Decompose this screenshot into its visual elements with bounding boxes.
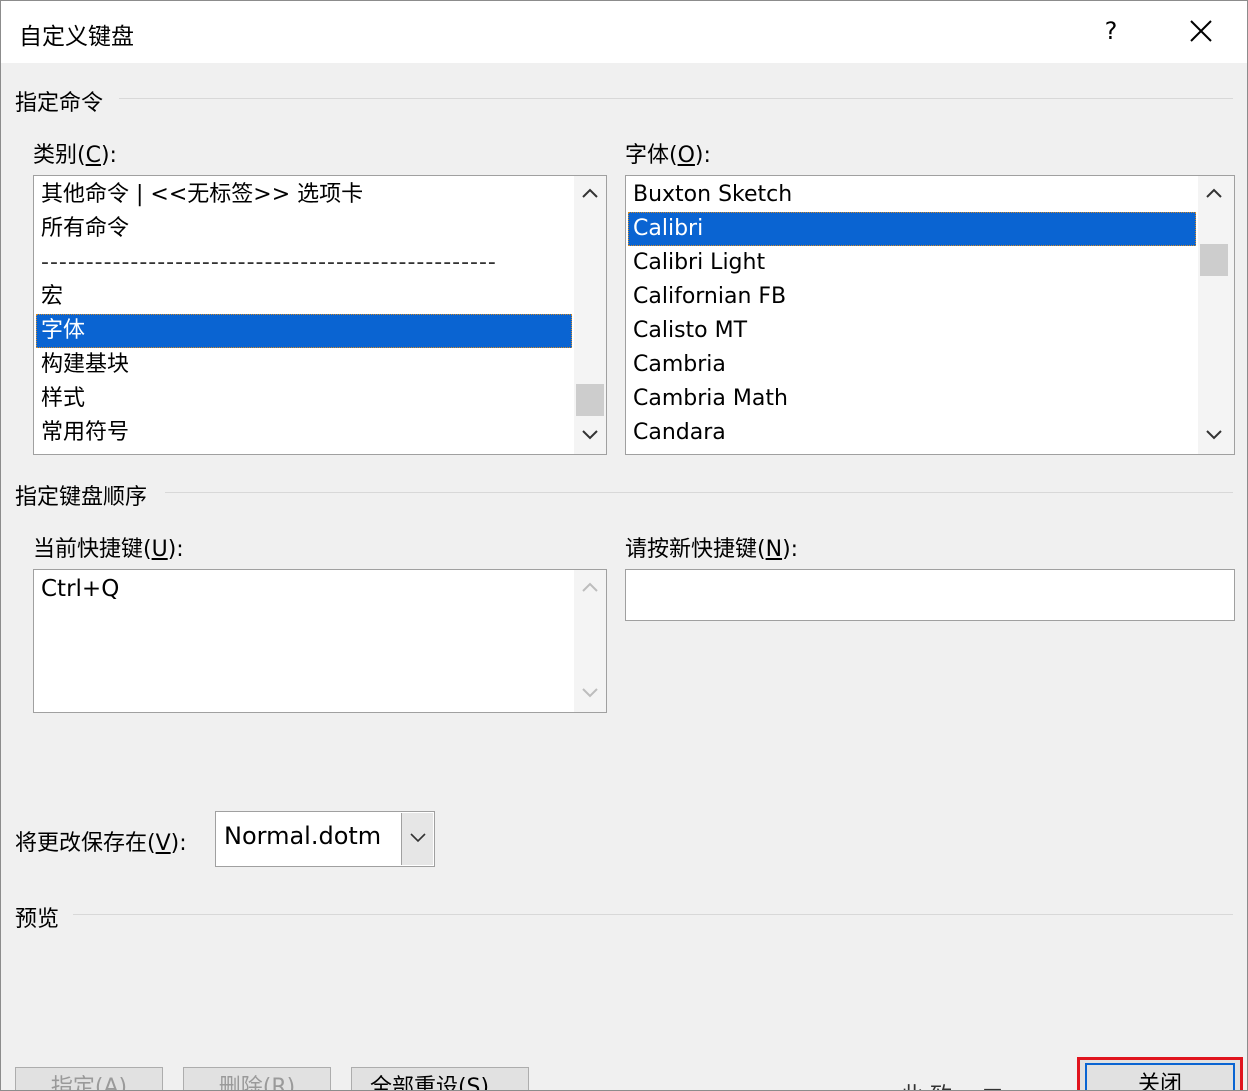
- partial-label: 此 致 ∩ □: [901, 1078, 1003, 1090]
- reset-all-button[interactable]: 全部重设(S)...: [351, 1067, 529, 1090]
- preview-group-label: 预览: [15, 907, 60, 932]
- fonts-label: 字体(O):: [625, 143, 711, 168]
- current-keys-scrollbar: [574, 570, 606, 712]
- category-item[interactable]: 所有命令: [36, 212, 572, 246]
- current-keys-label: 当前快捷键(U):: [33, 537, 184, 562]
- categories-scrollbar[interactable]: [574, 176, 606, 454]
- categories-list: 其他命令 | <<无标签>> 选项卡 所有命令 ----------------…: [36, 178, 572, 450]
- help-button[interactable]: ?: [1089, 11, 1133, 51]
- chevron-up-icon: [1206, 188, 1222, 198]
- close-window-button[interactable]: [1177, 11, 1225, 51]
- font-item-selected[interactable]: Calibri: [628, 212, 1196, 246]
- fonts-scrollbar[interactable]: [1198, 176, 1234, 454]
- close-dialog-button[interactable]: 关闭: [1077, 1057, 1243, 1090]
- group-divider: [165, 492, 1233, 493]
- group-divider: [73, 914, 1233, 915]
- chevron-up-icon: [582, 582, 598, 592]
- remove-button[interactable]: 删除(R): [183, 1067, 331, 1090]
- font-item[interactable]: Buxton Sketch: [628, 178, 1196, 212]
- current-key-item[interactable]: Ctrl+Q: [36, 572, 572, 606]
- scroll-thumb[interactable]: [576, 384, 604, 416]
- category-item[interactable]: 样式: [36, 382, 572, 416]
- category-item[interactable]: 常用符号: [36, 416, 572, 450]
- assign-commands-group-label: 指定命令: [15, 91, 104, 116]
- new-key-label: 请按新快捷键(N):: [625, 537, 799, 562]
- group-divider: [119, 98, 1233, 99]
- new-key-input[interactable]: [625, 569, 1235, 621]
- save-in-label: 将更改保存在(V):: [15, 831, 187, 856]
- font-item[interactable]: Cambria Math: [628, 382, 1196, 416]
- customize-keyboard-dialog: 自定义键盘 ? 指定命令 类别(C): 其他命令 | <<无标签>> 选项卡 所…: [0, 0, 1248, 1091]
- font-item[interactable]: Californian FB: [628, 280, 1196, 314]
- fonts-list: Buxton Sketch Calibri Calibri Light Cali…: [628, 178, 1196, 450]
- category-item[interactable]: 宏: [36, 280, 572, 314]
- close-icon: [1190, 20, 1212, 42]
- scroll-up-button[interactable]: [574, 178, 606, 210]
- categories-label: 类别(C):: [33, 143, 117, 168]
- save-in-value: Normal.dotm: [224, 822, 382, 850]
- scroll-up-button: [574, 572, 606, 604]
- chevron-down-icon: [410, 833, 426, 843]
- scroll-thumb[interactable]: [1200, 244, 1228, 276]
- chevron-down-icon: [1206, 430, 1222, 440]
- font-item[interactable]: Calibri Light: [628, 246, 1196, 280]
- chevron-down-icon: [582, 430, 598, 440]
- font-item[interactable]: Cambria: [628, 348, 1196, 382]
- font-item[interactable]: Calisto MT: [628, 314, 1196, 348]
- category-separator: ----------------------------------------…: [41, 250, 497, 275]
- chevron-down-icon: [582, 688, 598, 698]
- categories-listbox[interactable]: 其他命令 | <<无标签>> 选项卡 所有命令 ----------------…: [33, 175, 607, 455]
- save-in-dropdown-button[interactable]: [401, 813, 433, 865]
- dialog-title: 自定义键盘: [19, 24, 134, 50]
- current-keys-listbox[interactable]: Ctrl+Q: [33, 569, 607, 713]
- scroll-up-button[interactable]: [1198, 178, 1230, 210]
- keyboard-sequence-group-label: 指定键盘顺序: [15, 485, 148, 510]
- category-item[interactable]: 构建基块: [36, 348, 572, 382]
- fonts-listbox[interactable]: Buxton Sketch Calibri Calibri Light Cali…: [625, 175, 1235, 455]
- close-dialog-label: 关闭: [1085, 1063, 1235, 1090]
- font-item[interactable]: Candara: [628, 416, 1196, 450]
- category-item-selected[interactable]: 字体: [36, 314, 572, 348]
- scroll-down-button: [574, 678, 606, 710]
- category-item[interactable]: 其他命令 | <<无标签>> 选项卡: [36, 178, 572, 212]
- assign-button[interactable]: 指定(A): [15, 1067, 163, 1090]
- scroll-down-button[interactable]: [574, 420, 606, 452]
- scroll-down-button[interactable]: [1198, 420, 1230, 452]
- chevron-up-icon: [582, 188, 598, 198]
- title-bar: 自定义键盘 ?: [1, 1, 1247, 63]
- save-in-select[interactable]: Normal.dotm: [215, 811, 435, 867]
- current-keys-list: Ctrl+Q: [36, 572, 572, 606]
